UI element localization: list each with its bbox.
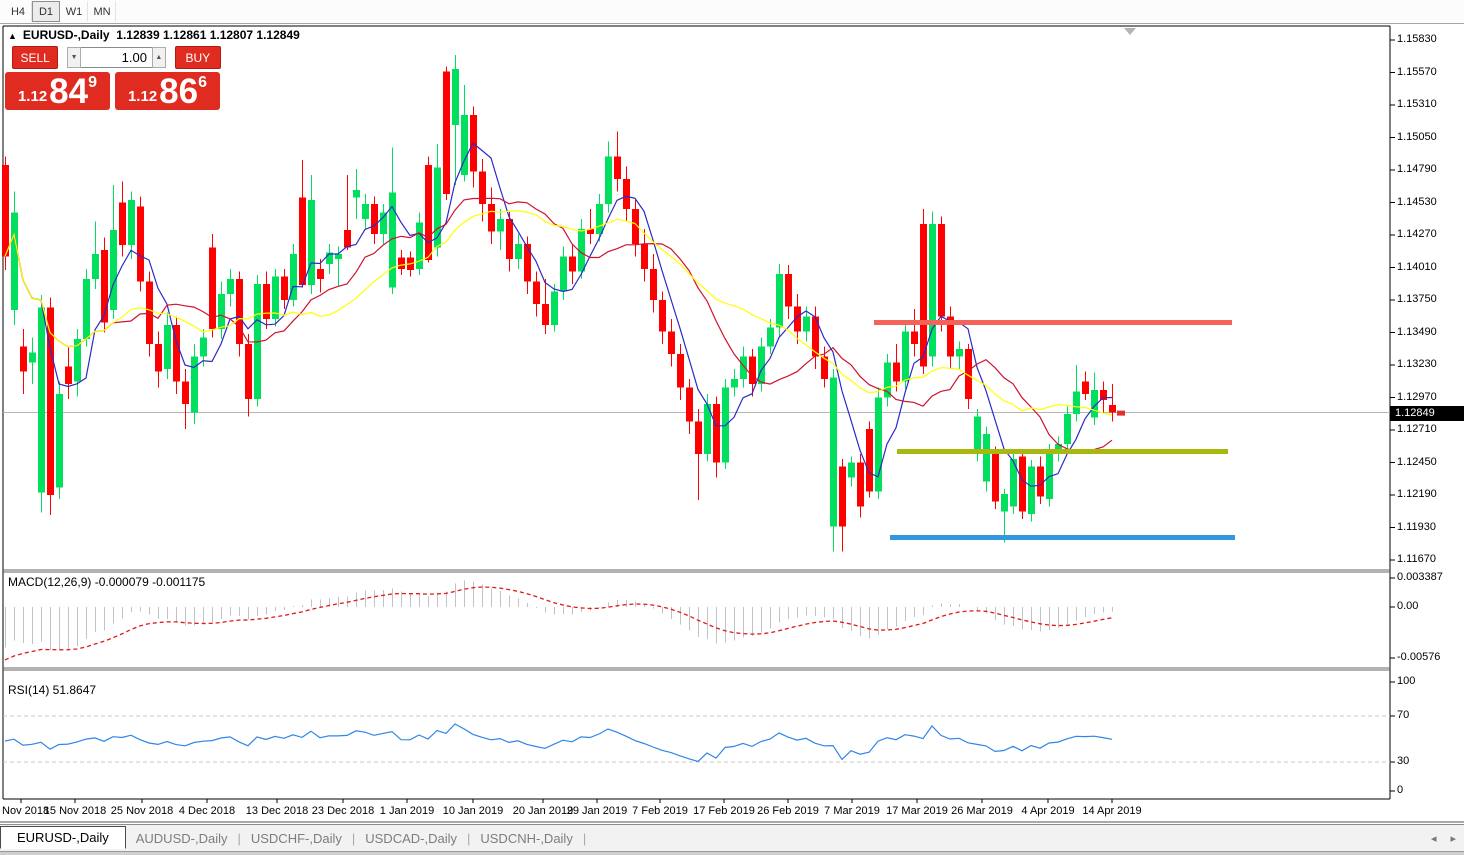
sell-price-pip: 9 <box>88 74 97 92</box>
spinner-up-icon: ▲ <box>155 54 162 61</box>
macd-indicator-label: MACD(12,26,9) -0.000079 -0.001175 <box>8 575 205 589</box>
volume-decrease-button[interactable]: ▼ <box>67 47 81 68</box>
volume-input[interactable]: 1.00 <box>81 47 152 68</box>
buy-button[interactable]: BUY <box>175 46 221 69</box>
chart-canvas[interactable] <box>0 0 1464 855</box>
spinner-down-icon: ▼ <box>71 54 78 61</box>
tab-scroll-left-icon[interactable]: ◂ <box>1431 832 1437 845</box>
symbol-marker-icon: ▲ <box>8 31 17 41</box>
chart-symbol-label: EURUSD-,Daily <box>23 28 110 42</box>
tab-separator: | <box>583 831 586 846</box>
chart-shift-marker-icon[interactable] <box>1124 28 1136 35</box>
current-price-tag: 1.12849 <box>1390 406 1464 421</box>
buy-price-pip: 6 <box>198 74 207 92</box>
chart-ohlc-values: 1.12839 1.12861 1.12807 1.12849 <box>116 28 300 42</box>
buy-price-prefix: 1.12 <box>128 88 157 107</box>
chart-title: ▲ EURUSD-,Daily 1.12839 1.12861 1.12807 1… <box>8 28 300 42</box>
sell-button[interactable]: SELL <box>12 46 58 69</box>
sell-price-big: 84 <box>49 78 88 107</box>
window-bottom-edge <box>0 851 1464 855</box>
sell-price-box[interactable]: 1.12 84 9 <box>5 72 110 110</box>
buy-price-big: 86 <box>159 78 198 107</box>
symbol-tab-bar: EURUSD-,DailyAUDUSD-,Daily | USDCHF-,Daily… <box>0 824 1464 851</box>
symbol-tab-usdcad-daily[interactable]: USDCAD-,Daily <box>355 828 467 849</box>
symbol-tab-audusd-daily[interactable]: AUDUSD-,Daily <box>126 828 238 849</box>
symbol-tab-eurusd-daily[interactable]: EURUSD-,Daily <box>0 826 126 849</box>
buy-price-box[interactable]: 1.12 86 6 <box>115 72 220 110</box>
rsi-indicator-label: RSI(14) 51.8647 <box>8 683 96 697</box>
symbol-tab-usdchf-daily[interactable]: USDCHF-,Daily <box>241 828 352 849</box>
tab-scroll-right-icon[interactable]: ▸ <box>1450 832 1456 845</box>
volume-increase-button[interactable]: ▲ <box>152 47 166 68</box>
trading-app-window: H4D1W1MN ▲EURUSD-,Daily 1.12839 1.12861 … <box>0 0 1464 855</box>
one-click-trade-panel: SELL ▼ 1.00 ▲ BUY 1.12 84 9 1.12 86 6 <box>5 46 221 110</box>
sell-price-prefix: 1.12 <box>18 88 47 107</box>
symbol-tab-usdcnh-daily[interactable]: USDCNH-,Daily <box>470 828 582 849</box>
